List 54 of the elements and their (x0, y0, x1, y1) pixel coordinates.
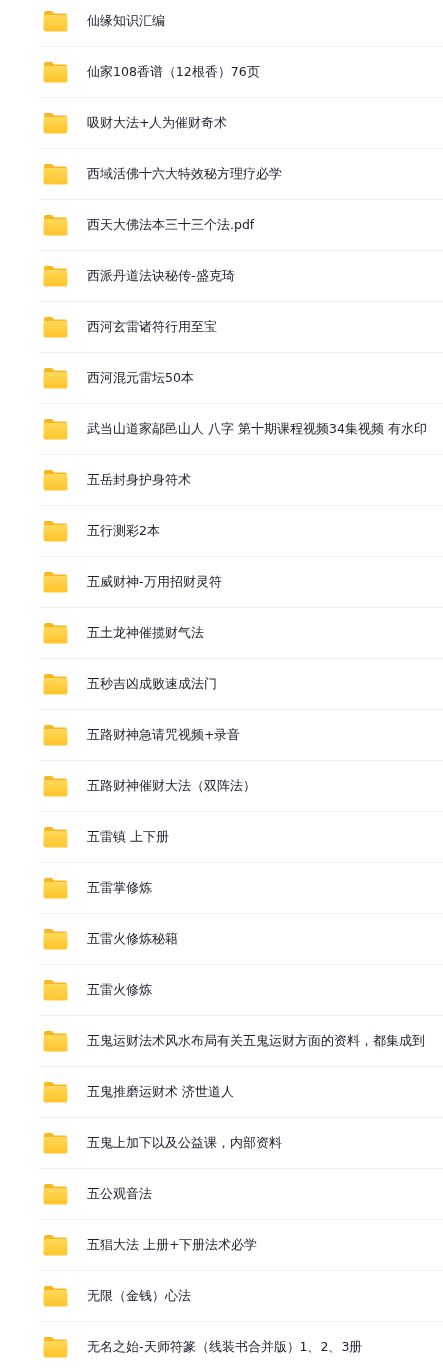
folder-icon (43, 214, 68, 236)
folder-name[interactable]: 无名之始-天师符篆（线装书合并版）1、2、3册 (87, 1337, 363, 1357)
folder-name[interactable]: 五路财神急请咒视频+录音 (87, 725, 241, 745)
folder-name[interactable]: 五鬼上加下以及公益课，内部资料 (87, 1133, 282, 1153)
folder-name[interactable]: 西河混元雷坛50本 (87, 368, 194, 388)
folder-icon (43, 163, 68, 185)
folder-name[interactable]: 仙家108香谱（12根香）76页 (87, 62, 260, 82)
folder-name[interactable]: 五雷掌修炼 (87, 878, 152, 898)
folder-icon (43, 1081, 68, 1103)
folder-name[interactable]: 无限（金钱）心法 (87, 1286, 191, 1306)
folder-icon (43, 10, 68, 32)
folder-name[interactable]: 五公观音法 (87, 1184, 152, 1204)
folder-name[interactable]: 仙缘知识汇编 (87, 11, 165, 31)
folder-name[interactable]: 西域活佛十六大特效秘方理疗必学 (87, 164, 282, 184)
folder-name[interactable]: 五土龙神催揽财气法 (87, 623, 204, 643)
folder-name[interactable]: 西河玄雷诸符行用至宝 (87, 317, 217, 337)
folder-name[interactable]: 五岳封身护身符术 (87, 470, 191, 490)
folder-icon (43, 673, 68, 695)
folder-icon (43, 1030, 68, 1052)
folder-icon (43, 265, 68, 287)
folder-name[interactable]: 五鬼运财法术风水布局有关五鬼运财方面的资料，都集成到 (87, 1031, 425, 1051)
folder-icon (43, 1132, 68, 1154)
folder-icon (43, 1234, 68, 1256)
folder-icon (43, 1285, 68, 1307)
folder-icon (43, 1183, 68, 1205)
folder-name[interactable]: 五雷火修炼秘籍 (87, 929, 178, 949)
folder-icon (43, 571, 68, 593)
folder-icon (43, 622, 68, 644)
folder-name[interactable]: 武当山道家鄗邑山人 八字 第十期课程视频34集视频 有水印 (87, 419, 427, 439)
folder-name[interactable]: 吸财大法+人为催财奇术 (87, 113, 228, 133)
folder-icon (43, 775, 68, 797)
folder-name[interactable]: 五雷镇 上下册 (87, 827, 169, 847)
folder-icon (43, 418, 68, 440)
folder-icon (43, 112, 68, 134)
folder-icon (43, 520, 68, 542)
folder-name[interactable]: 西天大佛法本三十三个法.pdf (87, 215, 255, 235)
folder-icon (43, 61, 68, 83)
folder-name[interactable]: 五猖大法 上册+下册法术必学 (87, 1235, 258, 1255)
folder-icon (43, 1336, 68, 1358)
folder-icon (43, 979, 68, 1001)
folder-icon (43, 928, 68, 950)
folder-icon (43, 724, 68, 746)
folder-name[interactable]: 五雷火修炼 (87, 980, 152, 1000)
folder-icon (43, 469, 68, 491)
folder-name[interactable]: 五鬼推磨运财术 济世道人 (87, 1082, 234, 1102)
folder-icon (43, 877, 68, 899)
folder-icon (43, 316, 68, 338)
folder-name[interactable]: 西派丹道法诀秘传-盛克琦 (87, 266, 235, 286)
folder-name[interactable]: 五路财神催财大法（双阵法） (87, 776, 256, 796)
folder-name[interactable]: 五威财神-万用招财灵符 (87, 572, 222, 592)
folder-icon (43, 826, 68, 848)
folder-name[interactable]: 五行测彩2本 (87, 521, 160, 541)
folder-name[interactable]: 五秒吉凶成败速成法门 (87, 674, 217, 694)
folder-icon (43, 367, 68, 389)
